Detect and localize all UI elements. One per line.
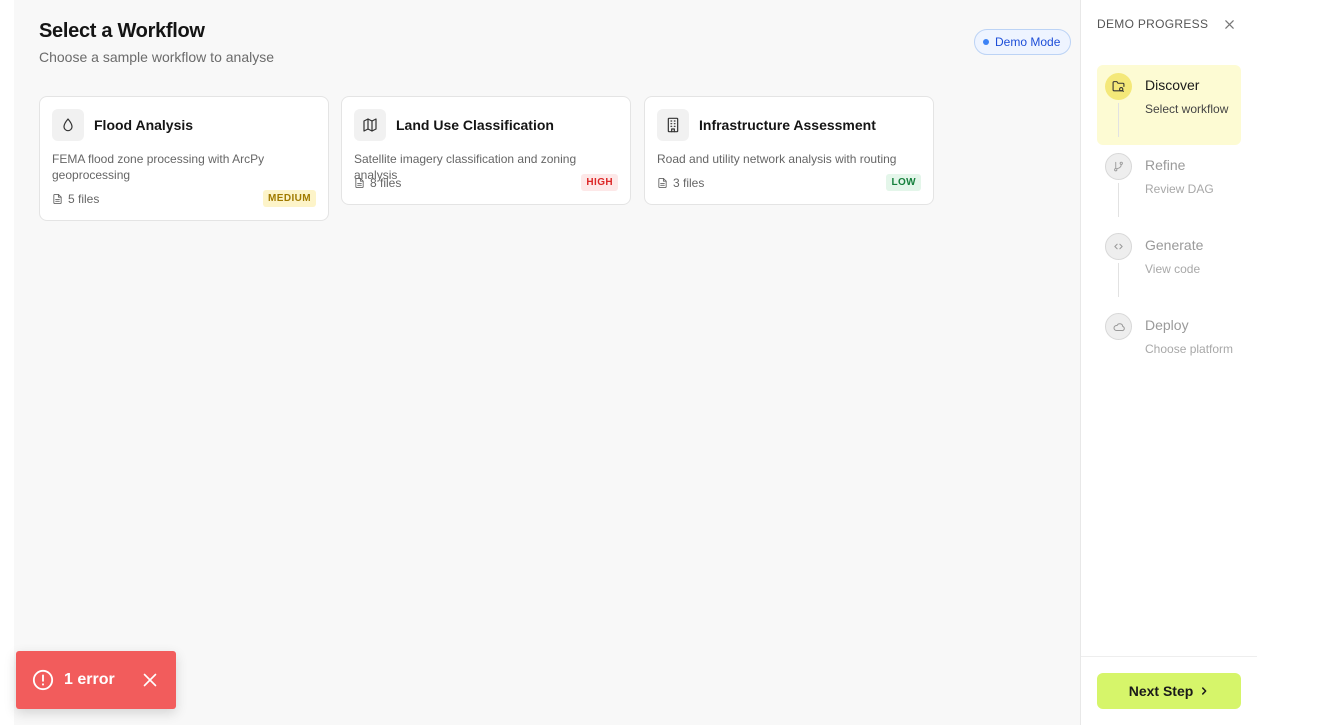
file-count-label: 5 files: [68, 191, 100, 206]
git-branch-icon: [1105, 153, 1132, 180]
step-refine[interactable]: Refine Review DAG: [1097, 145, 1241, 225]
file-icon: [355, 177, 364, 188]
status-dot-icon: [983, 39, 989, 45]
complexity-badge: LOW: [886, 174, 921, 191]
card-footer: 5 files MEDIUM: [52, 190, 316, 207]
building-icon: [657, 109, 689, 141]
step-deploy[interactable]: Deploy Choose platform: [1097, 305, 1241, 385]
card-title: Land Use Classification: [396, 117, 554, 133]
step-connector: [1118, 103, 1119, 137]
close-icon[interactable]: [141, 671, 159, 689]
step-title: Generate: [1145, 237, 1204, 253]
card-title: Flood Analysis: [94, 117, 194, 133]
step-subtitle: Choose platform: [1145, 342, 1234, 356]
page-subtitle: Choose a sample workflow to analyse: [39, 49, 275, 65]
sidebar-footer: Next Step: [1081, 656, 1257, 725]
step-generate[interactable]: Generate View code: [1097, 225, 1241, 305]
card-description: Road and utility network analysis with r…: [657, 152, 897, 166]
next-step-button[interactable]: Next Step: [1097, 673, 1241, 709]
left-gutter: [0, 0, 14, 725]
step-title: Refine: [1145, 157, 1186, 173]
card-title: Infrastructure Assessment: [699, 117, 876, 133]
file-icon: [53, 193, 62, 204]
page-title: Select a Workflow: [39, 20, 205, 42]
workflow-card-land-use-classification[interactable]: Land Use Classification Satellite imager…: [341, 96, 631, 205]
workflow-card-flood-analysis[interactable]: Flood Analysis FEMA flood zone processin…: [39, 96, 329, 221]
card-header: Infrastructure Assessment: [657, 109, 876, 141]
next-step-label: Next Step: [1128, 683, 1194, 699]
file-count: 3 files: [657, 176, 704, 190]
map-icon: [354, 109, 386, 141]
step-title: Deploy: [1145, 317, 1189, 333]
chevron-right-icon: [1202, 687, 1207, 695]
sidebar-header: DEMO PROGRESS: [1097, 17, 1209, 31]
card-header: Flood Analysis: [52, 109, 193, 141]
card-description: FEMA flood zone processing with ArcPy ge…: [52, 152, 265, 182]
step-title: Discover: [1145, 77, 1200, 93]
file-count-label: 3 files: [673, 175, 705, 190]
error-count: 1 error: [64, 671, 115, 688]
step-connector: [1118, 183, 1119, 217]
step-subtitle: Select workflow: [1145, 102, 1229, 116]
file-count: 8 files: [354, 176, 401, 190]
complexity-badge: MEDIUM: [263, 190, 316, 207]
step-connector: [1118, 263, 1119, 297]
error-toast[interactable]: 1 error: [16, 651, 176, 709]
demo-mode-label: Demo Mode: [995, 35, 1061, 49]
step-subtitle: Review DAG: [1145, 182, 1214, 196]
file-icon: [658, 177, 667, 188]
folder-search-icon: [1105, 73, 1132, 100]
demo-mode-badge: Demo Mode: [974, 29, 1072, 55]
step-discover[interactable]: Discover Select workflow: [1097, 65, 1241, 145]
demo-progress-sidebar: DEMO PROGRESS Discover Select workflow R…: [1080, 0, 1257, 725]
file-count-label: 8 files: [370, 175, 402, 190]
close-icon[interactable]: [1221, 16, 1237, 32]
workflow-card-infrastructure-assessment[interactable]: Infrastructure Assessment Road and utili…: [644, 96, 934, 205]
cloud-icon: [1105, 313, 1132, 340]
step-subtitle: View code: [1145, 262, 1201, 276]
card-header: Land Use Classification: [354, 109, 554, 141]
card-footer: 3 files LOW: [657, 174, 921, 191]
complexity-badge: HIGH: [581, 174, 618, 191]
card-footer: 8 files HIGH: [354, 174, 618, 191]
main-content: Select a Workflow Choose a sample workfl…: [14, 0, 1080, 725]
alert-circle-icon: [32, 669, 54, 691]
code-icon: [1105, 233, 1132, 260]
droplet-icon: [52, 109, 84, 141]
file-count: 5 files: [52, 192, 99, 206]
